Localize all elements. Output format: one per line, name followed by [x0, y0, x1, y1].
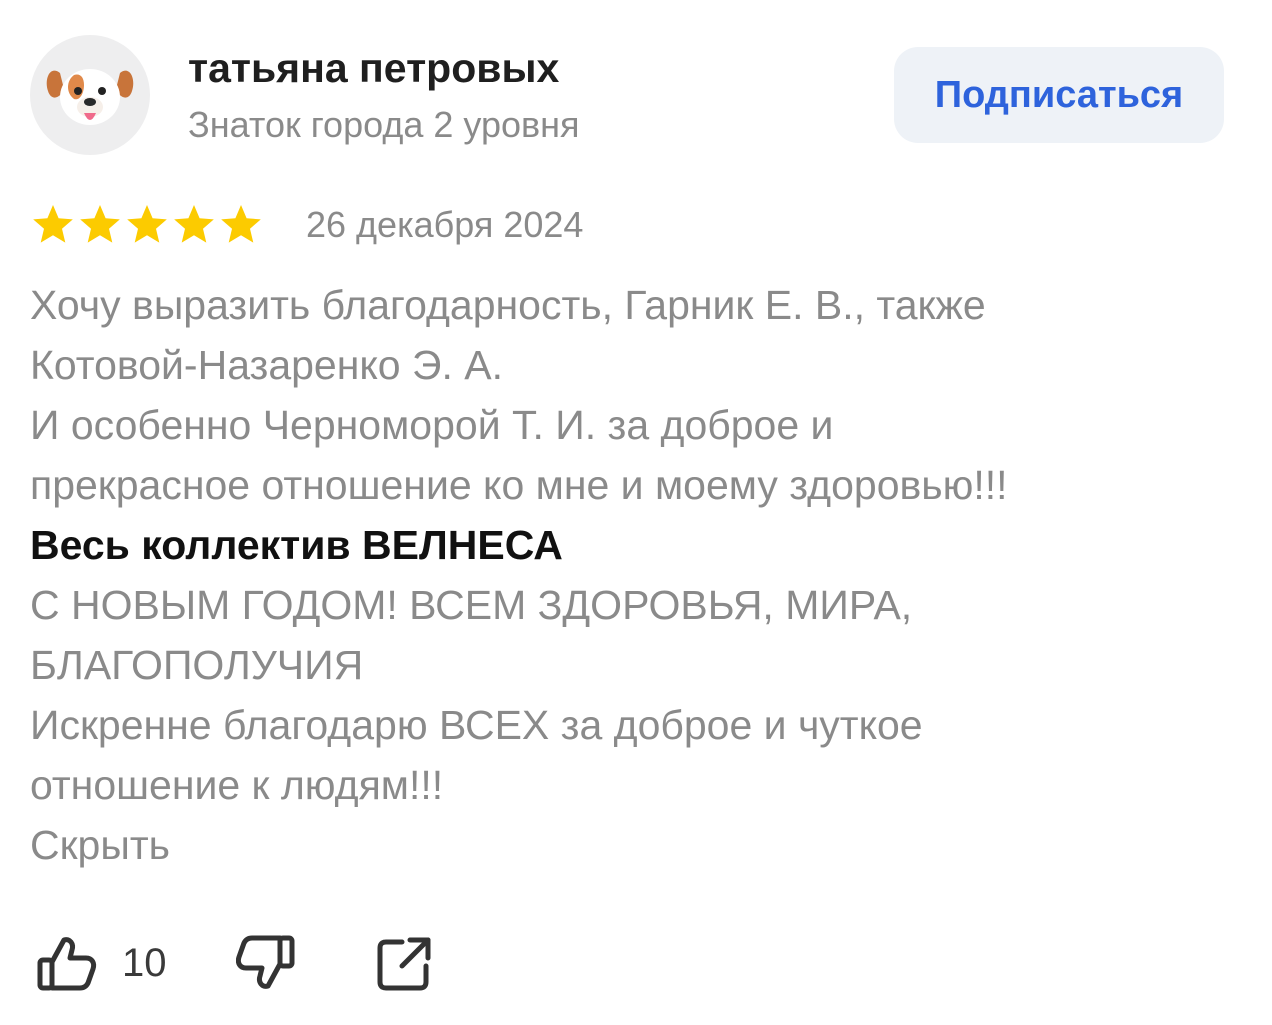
- collapse-link[interactable]: Скрыть: [30, 815, 1240, 875]
- author-rank: Знаток города 2 уровня: [188, 104, 580, 145]
- share-icon[interactable]: [374, 932, 436, 994]
- puppy-face-icon: [46, 69, 134, 125]
- review-line: Искренне благодарю ВСЕХ за доброе и чутк…: [30, 702, 923, 748]
- review-line: Котовой-Назаренко Э. А.: [30, 342, 503, 388]
- avatar[interactable]: [30, 35, 150, 155]
- review-line: прекрасное отношение ко мне и моему здор…: [30, 462, 1008, 508]
- star-icon: [127, 205, 167, 243]
- author-name[interactable]: татьяна петровых: [188, 44, 559, 92]
- thumbs-down-icon[interactable]: [236, 932, 298, 994]
- thumbs-up-icon[interactable]: [36, 932, 98, 994]
- review-date: 26 декабря 2024: [306, 204, 584, 245]
- star-icon: [174, 205, 214, 243]
- review-text: Хочу выразить благодарность, Гарник Е. В…: [30, 275, 1240, 875]
- star-icon: [221, 205, 261, 243]
- star-icon: [80, 205, 120, 243]
- rating-stars: [30, 202, 264, 248]
- star-icon: [33, 205, 73, 243]
- review-line: БЛАГОПОЛУЧИЯ: [30, 642, 364, 688]
- review-line: Хочу выразить благодарность, Гарник Е. В…: [30, 282, 986, 328]
- subscribe-button[interactable]: Подписаться: [894, 47, 1224, 143]
- review-line: С НОВЫМ ГОДОМ! ВСЕМ ЗДОРОВЬЯ, МИРА,: [30, 582, 913, 628]
- like-count: 10: [122, 941, 167, 985]
- review-line: отношение к людям!!!: [30, 762, 444, 808]
- review-highlight-line: Весь коллектив ВЕЛНЕСА: [30, 522, 563, 568]
- review-line: И особенно Черноморой Т. И. за доброе и: [30, 402, 834, 448]
